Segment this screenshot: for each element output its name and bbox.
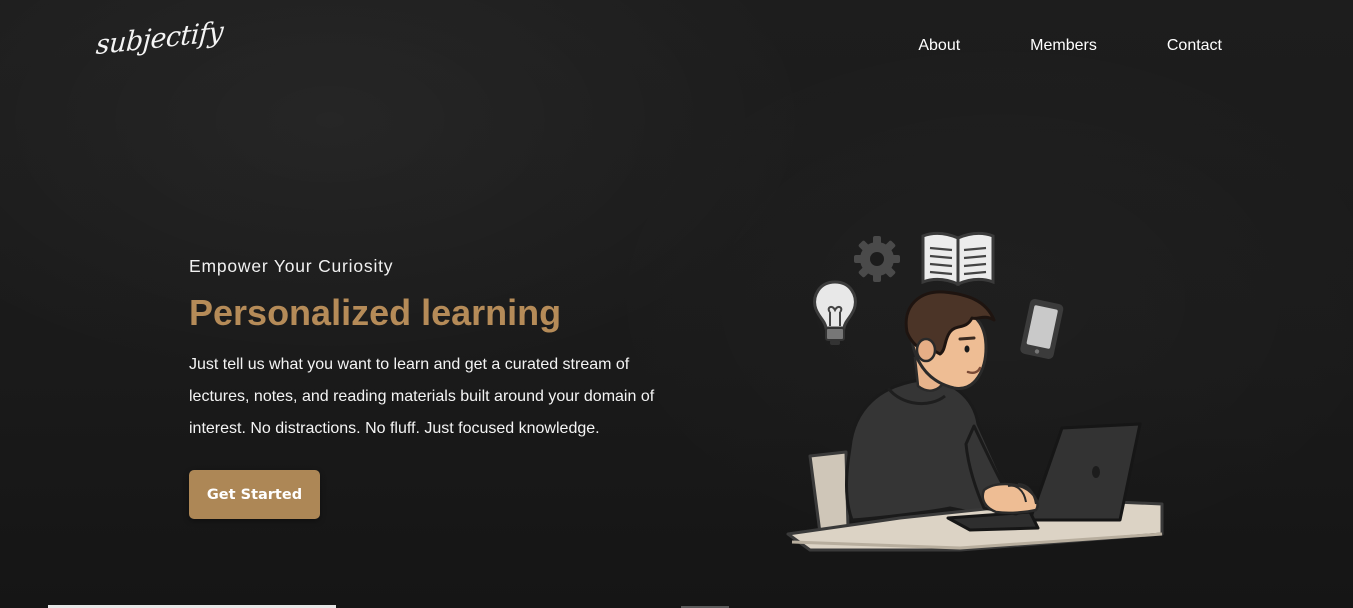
hero-eyebrow: Empower Your Curiosity: [189, 256, 394, 276]
nav-link-about[interactable]: About: [918, 37, 960, 55]
gear-icon: [854, 236, 900, 282]
lightbulb-icon: [813, 280, 857, 345]
hero-illustration: [786, 231, 1164, 552]
phone-icon: [1020, 298, 1064, 359]
hero-headline: Personalized learning: [189, 292, 562, 333]
hero-copy: Empower Your Curiosity Personalized lear…: [189, 256, 669, 445]
logo[interactable]: subjectify: [95, 16, 224, 61]
main-nav: About Members Contact: [918, 37, 1222, 55]
book-icon: [921, 231, 995, 287]
hero-description: Just tell us what you want to learn and …: [189, 355, 655, 437]
get-started-button[interactable]: Get Started: [189, 470, 320, 519]
nav-link-members[interactable]: Members: [1030, 37, 1097, 55]
nav-link-contact[interactable]: Contact: [1167, 37, 1222, 55]
chair-back: [808, 450, 850, 535]
